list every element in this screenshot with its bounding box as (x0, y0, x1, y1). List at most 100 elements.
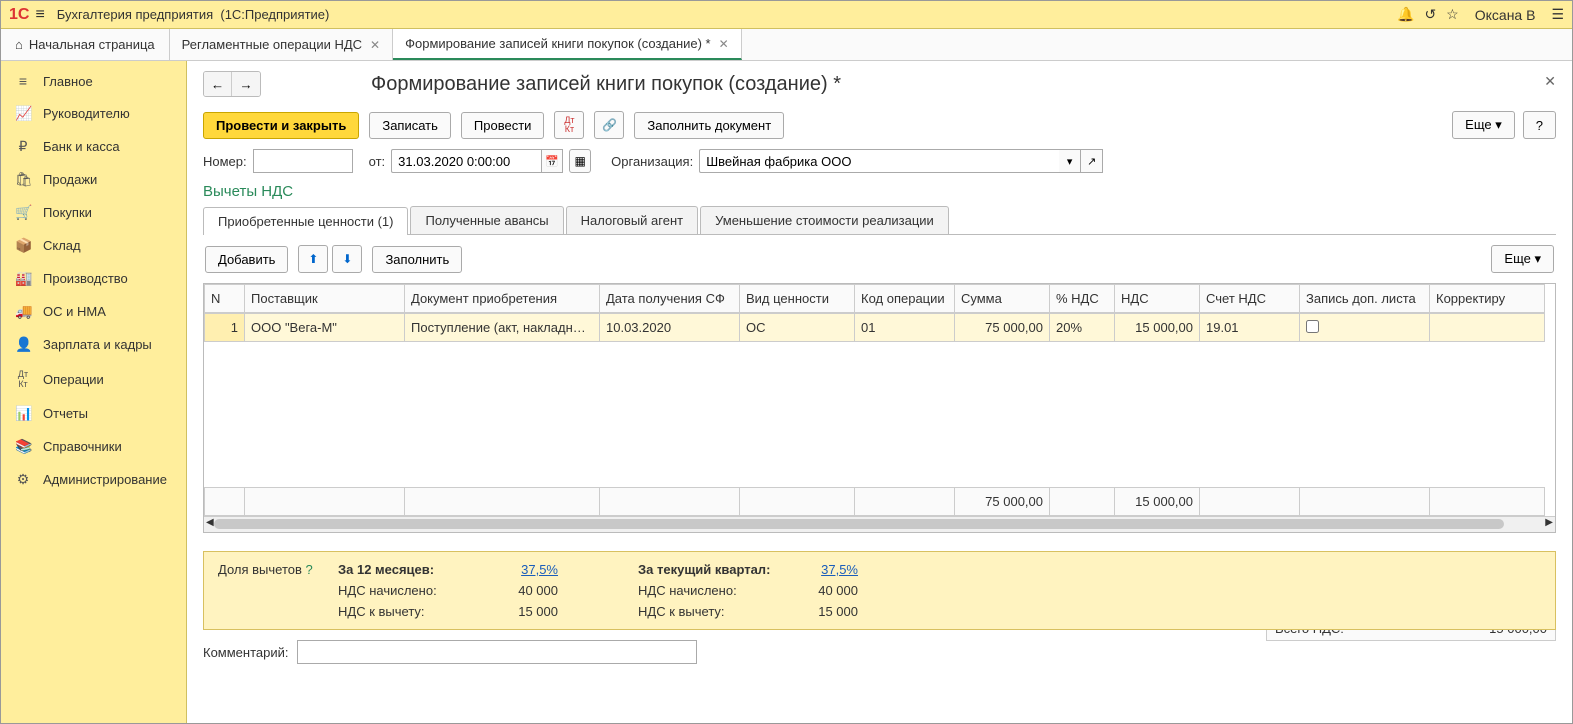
cell-opcode[interactable]: 01 (855, 314, 955, 342)
col-date[interactable]: Дата получения СФ (600, 285, 740, 313)
col-sum[interactable]: Сумма (955, 285, 1050, 313)
col-extra[interactable]: Запись доп. листа (1300, 285, 1430, 313)
close-page-icon[interactable]: ✕ (1544, 73, 1556, 90)
accrued12-value: 40 000 (478, 583, 558, 598)
cell-corr[interactable] (1430, 314, 1545, 342)
org-input[interactable] (699, 149, 1059, 173)
cell-sum[interactable]: 75 000,00 (955, 314, 1050, 342)
sidebar-item-directories[interactable]: 📚Справочники (1, 430, 186, 463)
cell-type[interactable]: ОС (740, 314, 855, 342)
sidebar-item-label: Банк и касса (43, 139, 120, 154)
cell-vat[interactable]: 15 000,00 (1115, 314, 1200, 342)
tab-vat-ops[interactable]: Регламентные операции НДС ✕ (170, 29, 393, 60)
post-and-close-button[interactable]: Провести и закрыть (203, 112, 359, 139)
col-type[interactable]: Вид ценности (740, 285, 855, 313)
data-table: N Поставщик Документ приобретения Дата п… (203, 283, 1556, 533)
tab-home-label: Начальная страница (29, 37, 155, 52)
sidebar-item-main[interactable]: ≡Главное (1, 65, 186, 97)
user-name[interactable]: Оксана В (1475, 7, 1536, 23)
home-icon: ⌂ (15, 37, 23, 52)
sidebar-item-assets[interactable]: 🚚ОС и НМА (1, 295, 186, 328)
periodq-label: За текущий квартал: (638, 562, 778, 577)
fill-document-button[interactable]: Заполнить документ (634, 112, 784, 139)
cell-extra[interactable] (1300, 314, 1430, 342)
extra-checkbox[interactable] (1306, 320, 1319, 333)
from-label: от: (369, 154, 386, 169)
sidebar-item-label: Продажи (43, 172, 97, 187)
col-doc[interactable]: Документ приобретения (405, 285, 600, 313)
sidebar-item-label: Склад (43, 238, 81, 253)
sidebar-item-sales[interactable]: 🛍Продажи (1, 163, 186, 196)
cell-n[interactable]: 1 (205, 314, 245, 342)
history-icon[interactable]: ↺ (1424, 6, 1436, 23)
itab-reduction[interactable]: Уменьшение стоимости реализации (700, 206, 949, 234)
itab-acquired[interactable]: Приобретенные ценности (1) (203, 207, 408, 235)
cell-account[interactable]: 19.01 (1200, 314, 1300, 342)
sidebar-item-production[interactable]: 🏭Производство (1, 262, 186, 295)
close-icon[interactable]: ✕ (719, 37, 729, 51)
more-button[interactable]: Еще ▾ (1452, 111, 1515, 139)
col-vat[interactable]: НДС (1115, 285, 1200, 313)
move-up-button[interactable]: ⬆ (298, 245, 328, 273)
sidebar-item-reports[interactable]: 📊Отчеты (1, 397, 186, 430)
help-icon[interactable]: ? (306, 562, 313, 577)
number-label: Номер: (203, 154, 247, 169)
sidebar-item-admin[interactable]: ⚙Администрирование (1, 463, 186, 496)
date-input[interactable] (391, 149, 541, 173)
scrollbar-thumb[interactable] (214, 519, 1504, 529)
comment-label: Комментарий: (203, 645, 289, 660)
col-vatpct[interactable]: % НДС (1050, 285, 1115, 313)
table-row[interactable]: 1 ООО "Вега-М" Поступление (акт, накладн… (205, 314, 1545, 342)
horizontal-scrollbar[interactable]: ◀ ▶ (204, 516, 1555, 532)
link-button[interactable]: 🔗 (594, 111, 624, 139)
inner-tabs: Приобретенные ценности (1) Полученные ав… (203, 206, 1556, 235)
menu-bars-icon[interactable]: ☰ (1551, 6, 1564, 23)
itab-advances[interactable]: Полученные авансы (410, 206, 563, 234)
date-extra-button[interactable]: ▦ (569, 149, 591, 173)
col-account[interactable]: Счет НДС (1200, 285, 1300, 313)
sub-toolbar: Добавить ⬆ ⬇ Заполнить Еще ▾ (203, 235, 1556, 283)
sub-more-button[interactable]: Еще ▾ (1491, 245, 1554, 273)
sidebar-item-purchases[interactable]: 🛒Покупки (1, 196, 186, 229)
barchart-icon: 📊 (15, 405, 31, 422)
tab-purchase-book[interactable]: Формирование записей книги покупок (созд… (393, 29, 742, 60)
comment-input[interactable] (297, 640, 697, 664)
dropdown-icon[interactable]: ▾ (1059, 149, 1081, 173)
col-n[interactable]: N (205, 285, 245, 313)
calendar-icon[interactable]: 📅 (541, 149, 563, 173)
number-input[interactable] (253, 149, 353, 173)
open-icon[interactable]: ↗ (1081, 149, 1103, 173)
sidebar-item-warehouse[interactable]: 📦Склад (1, 229, 186, 262)
sidebar-item-operations[interactable]: ДтКтОперации (1, 361, 186, 397)
add-button[interactable]: Добавить (205, 246, 288, 273)
tab-home[interactable]: ⌂ Начальная страница (1, 29, 170, 60)
col-corr[interactable]: Корректиру (1430, 285, 1545, 313)
sidebar-item-manager[interactable]: 📈Руководителю (1, 97, 186, 130)
accrued-label-q: НДС начислено: (638, 583, 778, 598)
forward-button[interactable]: → (232, 72, 260, 96)
chart-icon: 📈 (15, 105, 31, 122)
sidebar-item-bank[interactable]: ₽Банк и касса (1, 130, 186, 163)
cell-doc[interactable]: Поступление (акт, накладн… (405, 314, 600, 342)
periodq-pct[interactable]: 37,5% (778, 562, 858, 577)
itab-tax-agent[interactable]: Налоговый агент (566, 206, 698, 234)
col-supplier[interactable]: Поставщик (245, 285, 405, 313)
fill-button[interactable]: Заполнить (372, 246, 462, 273)
sidebar-item-hr[interactable]: 👤Зарплата и кадры (1, 328, 186, 361)
back-button[interactable]: ← (204, 72, 232, 96)
help-button[interactable]: ? (1523, 111, 1556, 139)
cell-date[interactable]: 10.03.2020 (600, 314, 740, 342)
hamburger-icon[interactable]: ≡ (35, 6, 44, 24)
sidebar-item-label: Справочники (43, 439, 122, 454)
cell-supplier[interactable]: ООО "Вега-М" (245, 314, 405, 342)
move-down-button[interactable]: ⬇ (332, 245, 362, 273)
col-opcode[interactable]: Код операции (855, 285, 955, 313)
period12-pct[interactable]: 37,5% (478, 562, 558, 577)
star-icon[interactable]: ☆ (1446, 6, 1459, 23)
close-icon[interactable]: ✕ (370, 38, 380, 52)
write-button[interactable]: Записать (369, 112, 451, 139)
cell-vatpct[interactable]: 20% (1050, 314, 1115, 342)
bell-icon[interactable]: 🔔 (1397, 6, 1414, 23)
dtkt-button[interactable]: ДтКт (554, 111, 584, 139)
post-button[interactable]: Провести (461, 112, 545, 139)
